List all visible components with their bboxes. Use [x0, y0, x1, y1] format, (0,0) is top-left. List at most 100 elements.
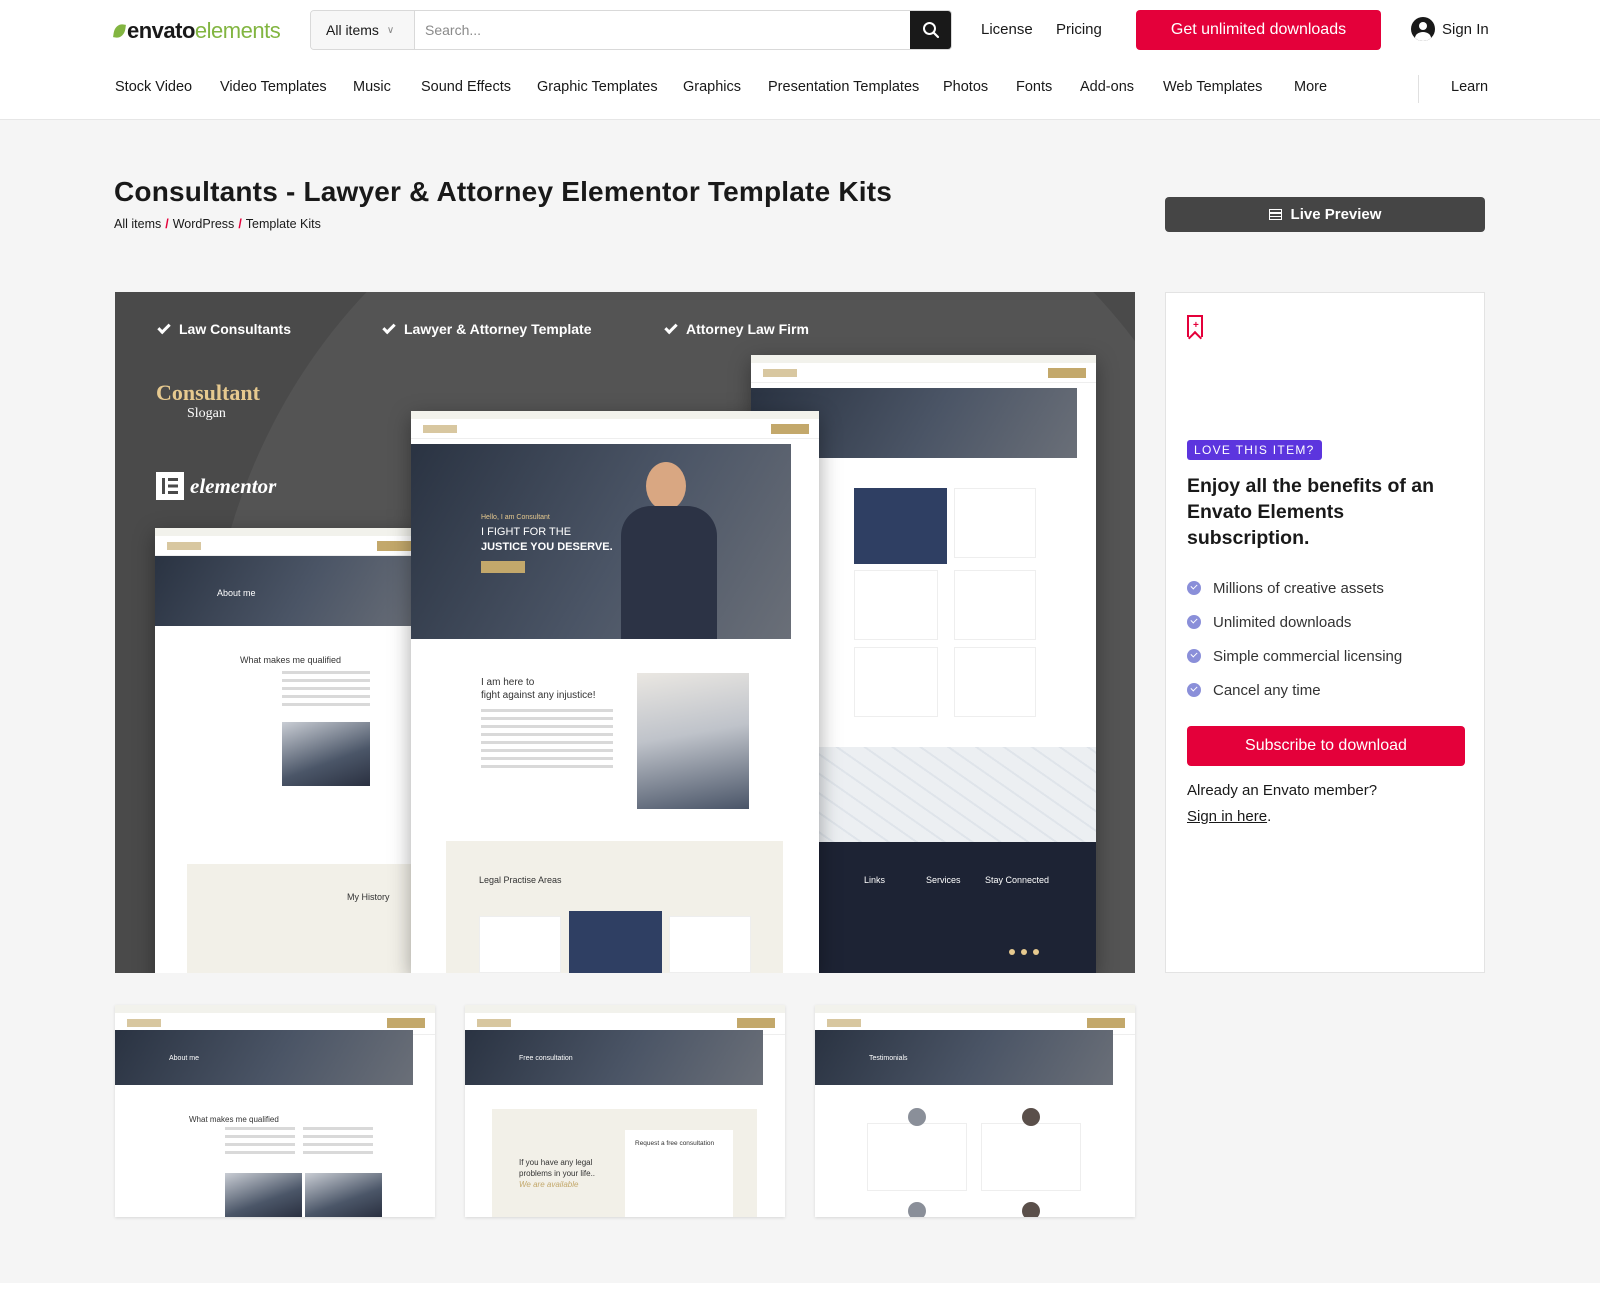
- elementor-icon: [156, 472, 184, 500]
- nav-item-stock-video[interactable]: Stock Video: [115, 79, 192, 95]
- license-link[interactable]: License: [981, 21, 1033, 38]
- thumb-form-title: Request a free consultation: [635, 1140, 715, 1147]
- mockup-home-page: Hello, I am Consultant I FIGHT FOR THE J…: [411, 411, 819, 973]
- check-circle-icon: [1187, 683, 1201, 697]
- chevron-down-icon: ∨: [386, 24, 395, 36]
- breadcrumb: All items / WordPress / Template Kits: [114, 217, 321, 231]
- pricing-link[interactable]: Pricing: [1056, 21, 1102, 38]
- search-category-select[interactable]: All items ∨: [311, 11, 415, 49]
- avatar: [1022, 1202, 1040, 1217]
- feature-check: Attorney Law Firm: [664, 320, 809, 337]
- search-bar: All items ∨: [310, 10, 952, 50]
- consultant-slogan: Slogan: [187, 406, 226, 421]
- nav-item-photos[interactable]: Photos: [943, 79, 988, 95]
- nav-item-video-templates[interactable]: Video Templates: [220, 79, 327, 95]
- nav-item-fonts[interactable]: Fonts: [1016, 79, 1052, 95]
- nav-item-graphic-templates[interactable]: Graphic Templates: [537, 79, 658, 95]
- feature-check-label: Law Consultants: [179, 321, 292, 337]
- footer-col-services: Services: [926, 875, 961, 885]
- bookmark-add-icon[interactable]: +: [1187, 315, 1203, 337]
- live-preview-label: Live Preview: [1290, 206, 1382, 223]
- list-item: Millions of creative assets: [1187, 571, 1402, 605]
- thumb-banner: Testimonials: [869, 1055, 908, 1062]
- thumb-heading: What makes me qualified: [189, 1115, 279, 1124]
- get-unlimited-downloads-button[interactable]: Get unlimited downloads: [1136, 10, 1381, 50]
- benefits-list: Millions of creative assets Unlimited do…: [1187, 571, 1402, 707]
- breadcrumb-separator: /: [165, 217, 169, 231]
- preview-icon: [1268, 209, 1282, 220]
- nav-item-sound-effects[interactable]: Sound Effects: [421, 79, 511, 95]
- feature-check: Lawyer & Attorney Template: [382, 320, 592, 337]
- breadcrumb-separator: /: [238, 217, 242, 231]
- elementor-logo: elementor: [156, 472, 276, 500]
- preview-thumbnail-2[interactable]: Free consultation If you have any legal …: [465, 1005, 785, 1217]
- injustice-line-2: fight against any injustice!: [481, 690, 596, 701]
- search-category-label: All items: [326, 22, 379, 38]
- already-member-label: Already an Envato member?: [1187, 782, 1378, 799]
- check-icon: [382, 320, 396, 334]
- sign-in-button[interactable]: Sign In: [1411, 17, 1489, 41]
- avatar: [908, 1108, 926, 1126]
- breadcrumb-all-items[interactable]: All items: [114, 217, 161, 231]
- sign-in-label: Sign In: [1442, 20, 1489, 38]
- footer-col-stay-connected: Stay Connected: [985, 875, 1050, 885]
- list-item: Cancel any time: [1187, 673, 1402, 707]
- nav-item-add-ons[interactable]: Add-ons: [1080, 79, 1134, 95]
- preview-thumbnail-3[interactable]: Testimonials: [815, 1005, 1135, 1217]
- search-icon: [922, 22, 939, 39]
- thumb-heading: If you have any legal problems in your l…: [519, 1158, 596, 1178]
- breadcrumb-template-kits[interactable]: Template Kits: [246, 217, 321, 231]
- member-signin-text: Already an Envato member? Sign in here.: [1187, 778, 1377, 830]
- elementor-wordmark: elementor: [190, 473, 277, 498]
- feature-check-label: Attorney Law Firm: [686, 321, 809, 337]
- check-icon: [157, 320, 171, 334]
- nav-item-graphics[interactable]: Graphics: [683, 79, 741, 95]
- list-item: Unlimited downloads: [1187, 605, 1402, 639]
- search-button[interactable]: [910, 11, 951, 49]
- page-title: Consultants - Lawyer & Attorney Elemento…: [114, 176, 893, 207]
- sign-in-suffix: .: [1267, 808, 1272, 825]
- history-heading: My History: [347, 892, 390, 902]
- nav-divider: [1418, 75, 1419, 103]
- footer-strip: [0, 1283, 1600, 1292]
- check-circle-icon: [1187, 581, 1201, 595]
- search-input[interactable]: [415, 11, 910, 49]
- logo-word-envato: envato: [127, 18, 195, 43]
- main-preview-image[interactable]: Law Consultants Lawyer & Attorney Templa…: [115, 292, 1135, 973]
- benefit-label: Unlimited downloads: [1213, 613, 1352, 631]
- practise-heading: Legal Practise Areas: [479, 875, 562, 885]
- about-me-banner: About me: [217, 588, 256, 598]
- hero-line-1: I FIGHT FOR THE: [481, 526, 572, 538]
- check-circle-icon: [1187, 615, 1201, 629]
- user-avatar-icon: [1411, 17, 1435, 41]
- sign-in-here-link[interactable]: Sign in here: [1187, 808, 1267, 825]
- envato-elements-logo[interactable]: envato elements: [113, 18, 281, 44]
- thumb-banner: Free consultation: [519, 1055, 573, 1062]
- check-circle-icon: [1187, 649, 1201, 663]
- nav-item-music[interactable]: Music: [353, 79, 391, 95]
- subscription-card: + LOVE THIS ITEM? Enjoy all the benefits…: [1165, 292, 1485, 973]
- benefit-label: Millions of creative assets: [1213, 579, 1384, 597]
- nav-item-more[interactable]: More: [1294, 79, 1327, 95]
- nav-item-web-templates[interactable]: Web Templates: [1163, 79, 1262, 95]
- footer-col-links: Links: [864, 875, 886, 885]
- breadcrumb-wordpress[interactable]: WordPress: [173, 217, 235, 231]
- hero-intro: Hello, I am Consultant: [481, 514, 550, 521]
- category-nav: Stock Video Video Templates Music Sound …: [0, 75, 1600, 103]
- mockup-about-page: About me What makes me qualified My Hist…: [155, 528, 425, 973]
- nav-item-learn[interactable]: Learn: [1451, 79, 1488, 95]
- love-this-item-badge: LOVE THIS ITEM?: [1187, 440, 1322, 460]
- qualified-heading: What makes me qualified: [240, 655, 342, 665]
- benefit-label: Simple commercial licensing: [1213, 647, 1403, 665]
- live-preview-button[interactable]: Live Preview: [1165, 197, 1485, 232]
- site-header: envato elements All items ∨ License Pric…: [0, 0, 1600, 120]
- feature-check: Law Consultants: [157, 320, 292, 337]
- benefit-label: Cancel any time: [1213, 681, 1321, 699]
- carousel-dots: [1009, 949, 1039, 955]
- nav-item-presentation-templates[interactable]: Presentation Templates: [768, 79, 919, 95]
- injustice-line-1: I am here to: [481, 677, 535, 688]
- feature-check-label: Lawyer & Attorney Template: [404, 321, 592, 337]
- thumb-sub: We are available: [519, 1180, 579, 1189]
- preview-thumbnail-1[interactable]: About me What makes me qualified: [115, 1005, 435, 1217]
- subscribe-to-download-button[interactable]: Subscribe to download: [1187, 726, 1465, 766]
